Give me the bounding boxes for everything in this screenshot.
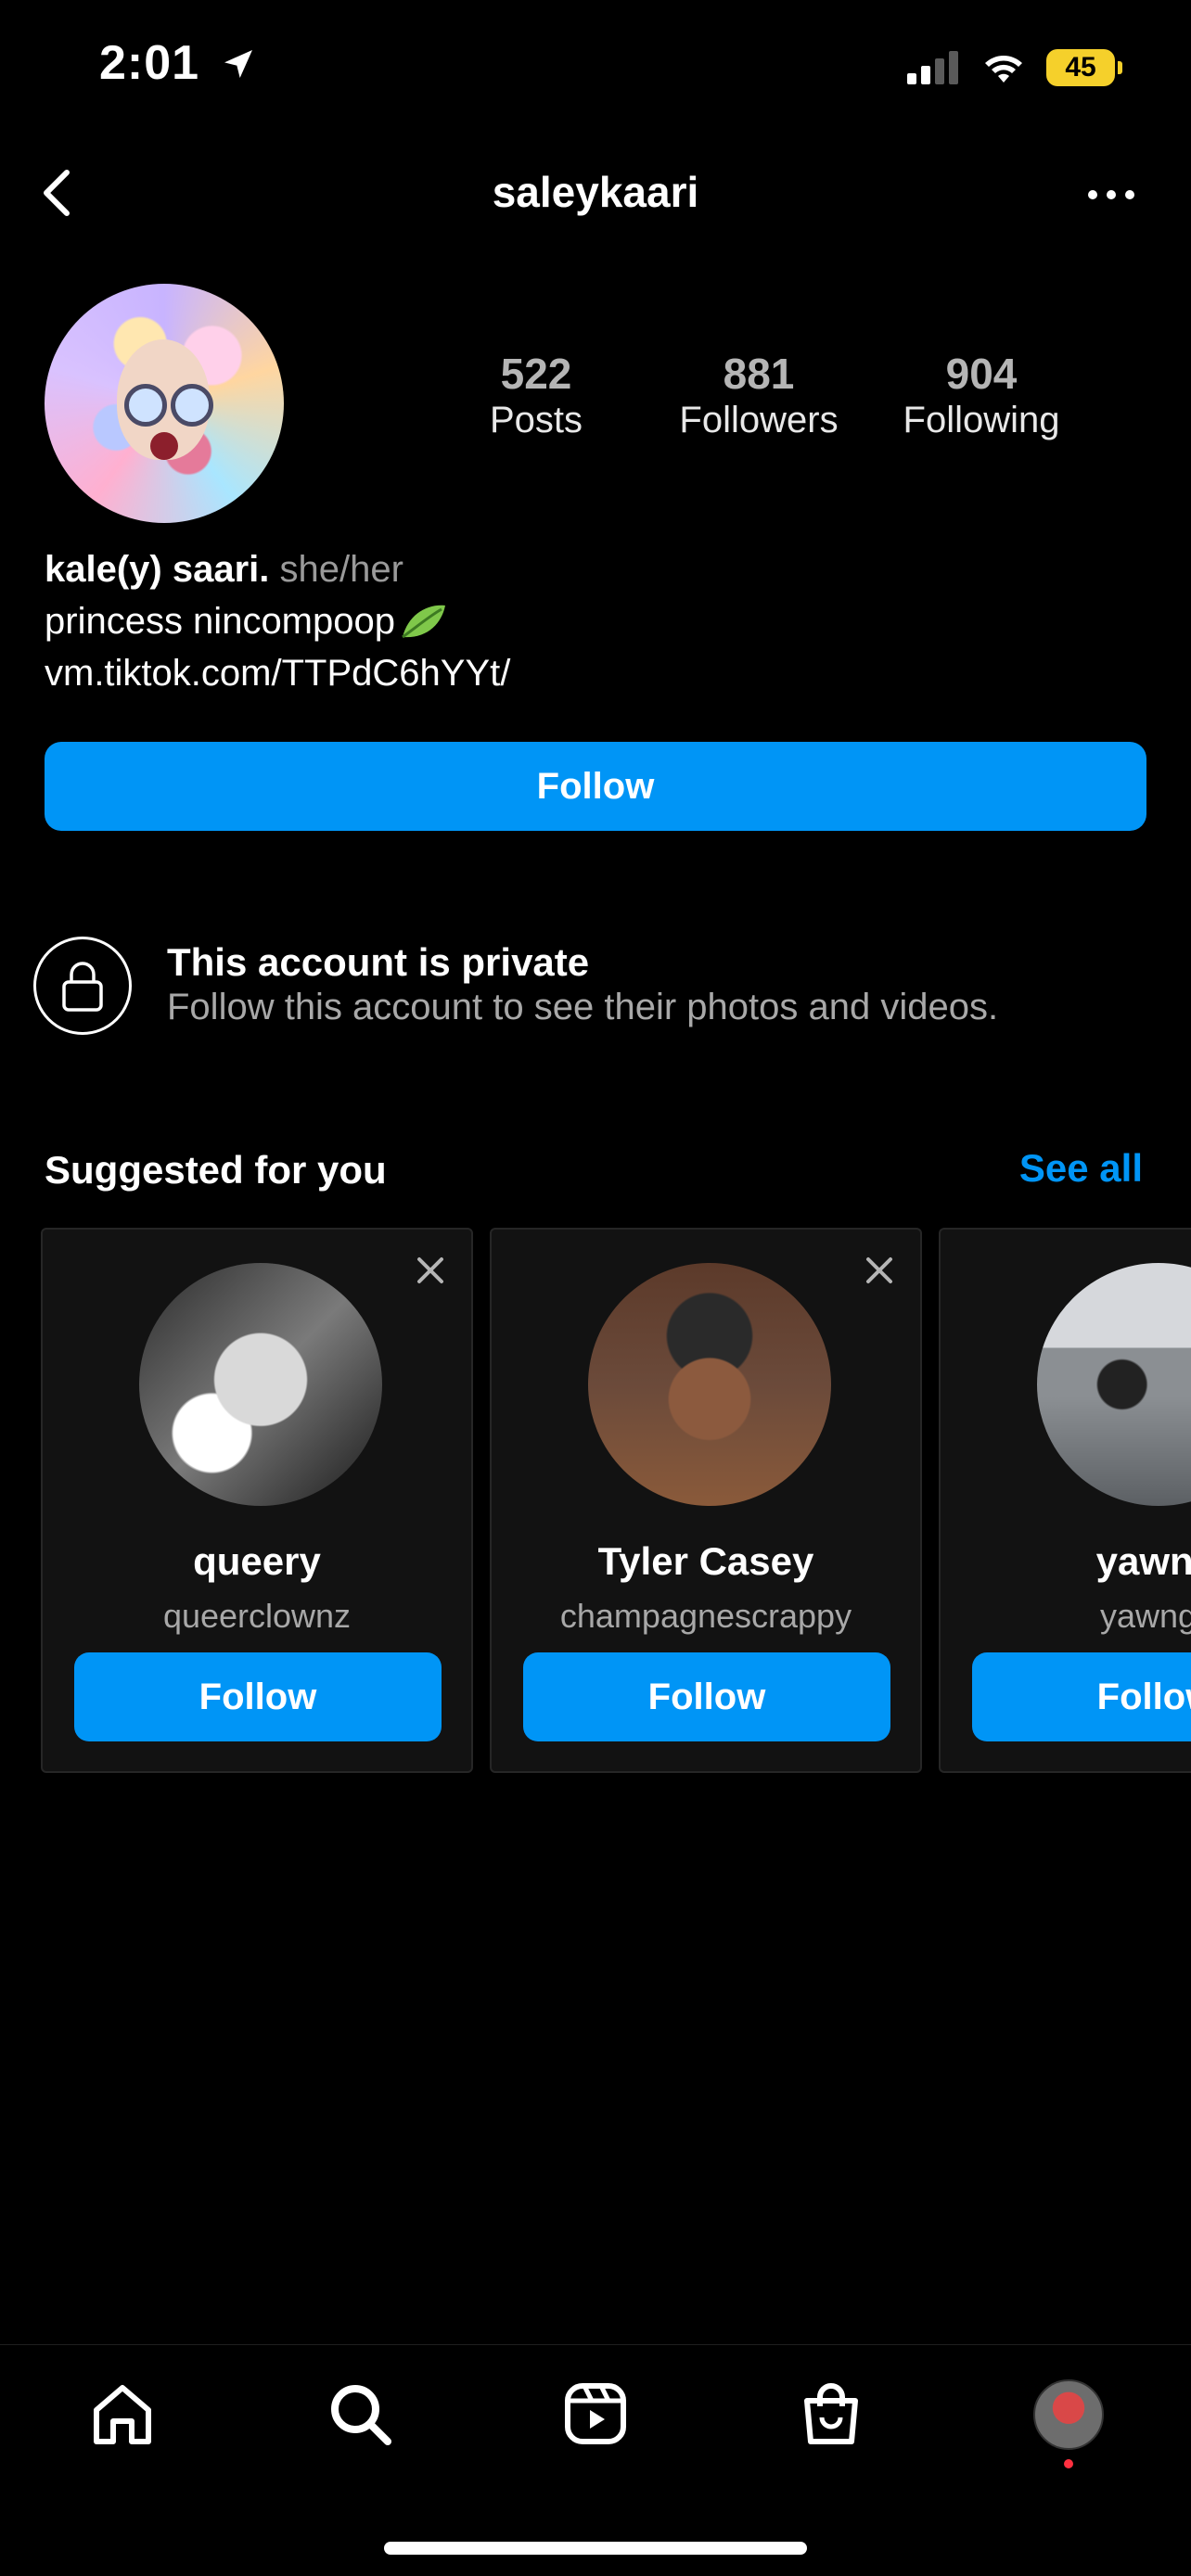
- page-title: saleykaari: [492, 168, 699, 216]
- display-name: kale(y) saari.: [45, 549, 270, 590]
- close-icon[interactable]: [414, 1254, 447, 1287]
- leafy-green-emoji-icon: [402, 605, 445, 639]
- see-all-link[interactable]: See all: [1019, 1146, 1143, 1191]
- private-title: This account is private: [167, 940, 590, 984]
- private-lock-circle: [33, 937, 132, 1035]
- profile-bio: kale(y) saari. she/her princess nincompo…: [45, 543, 510, 699]
- home-icon[interactable]: [87, 2378, 158, 2449]
- notification-dot: [1064, 2459, 1073, 2468]
- signal-icon: [907, 51, 958, 84]
- bio-text: princess nincompoop: [45, 601, 395, 642]
- follow-button[interactable]: Follow: [45, 742, 1146, 831]
- status-time: 2:01: [99, 35, 257, 91]
- shop-icon[interactable]: [796, 2378, 866, 2449]
- stat-posts[interactable]: 522 Posts: [443, 351, 629, 442]
- profile-tab-avatar[interactable]: [1033, 2379, 1104, 2450]
- search-icon[interactable]: [325, 2378, 395, 2449]
- suggested-follow-button[interactable]: Follow: [74, 1652, 442, 1741]
- stat-label: Following: [903, 399, 1060, 440]
- more-options-icon[interactable]: [1083, 176, 1139, 213]
- location-arrow-icon: [224, 50, 252, 78]
- stat-followers[interactable]: 881 Followers: [666, 351, 852, 442]
- avatar[interactable]: [588, 1263, 831, 1506]
- suggested-card[interactable]: queery queerclownz Follow: [41, 1228, 473, 1773]
- reels-icon[interactable]: [560, 2378, 631, 2449]
- suggested-name: queery: [193, 1539, 321, 1583]
- profile-link[interactable]: vm.tiktok.com/TTPdC6hYYt/: [45, 647, 510, 699]
- battery-indicator: 45: [1046, 49, 1122, 86]
- suggested-name: yawng: [1095, 1539, 1191, 1583]
- stat-label: Posts: [489, 399, 583, 440]
- lock-icon: [62, 962, 103, 1012]
- private-subtitle: Follow this account to see their photos …: [167, 987, 999, 1027]
- stat-value: 904: [945, 350, 1018, 398]
- stat-label: Followers: [679, 399, 839, 440]
- status-indicators: 45: [907, 45, 1122, 91]
- suggested-handle: yawngc: [1099, 1597, 1191, 1635]
- suggested-card[interactable]: Tyler Casey champagnescrappy Follow: [490, 1228, 922, 1773]
- home-indicator: [384, 2542, 807, 2555]
- avatar[interactable]: [1037, 1263, 1191, 1506]
- stat-following[interactable]: 904 Following: [889, 351, 1074, 442]
- suggested-title: Suggested for you: [45, 1148, 387, 1192]
- suggested-name: Tyler Casey: [597, 1539, 814, 1583]
- suggested-follow-button[interactable]: Follow: [523, 1652, 890, 1741]
- tab-bar: [0, 2344, 1191, 2480]
- close-icon[interactable]: [863, 1254, 896, 1287]
- suggested-card[interactable]: yawng yawngc Follow: [939, 1228, 1191, 1773]
- avatar[interactable]: [139, 1263, 382, 1506]
- avatar-eye-right: [171, 384, 213, 427]
- avatar-mouth: [150, 432, 178, 460]
- profile-avatar[interactable]: [45, 284, 284, 523]
- stat-value: 522: [500, 350, 572, 398]
- suggested-handle: queerclownz: [162, 1597, 352, 1635]
- pronouns: she/her: [279, 549, 403, 590]
- suggested-follow-button[interactable]: Follow: [972, 1652, 1191, 1741]
- stat-value: 881: [723, 350, 795, 398]
- suggested-handle: champagnescrappy: [559, 1597, 852, 1635]
- wifi-icon: [985, 56, 1022, 83]
- avatar-eye-left: [124, 384, 167, 427]
